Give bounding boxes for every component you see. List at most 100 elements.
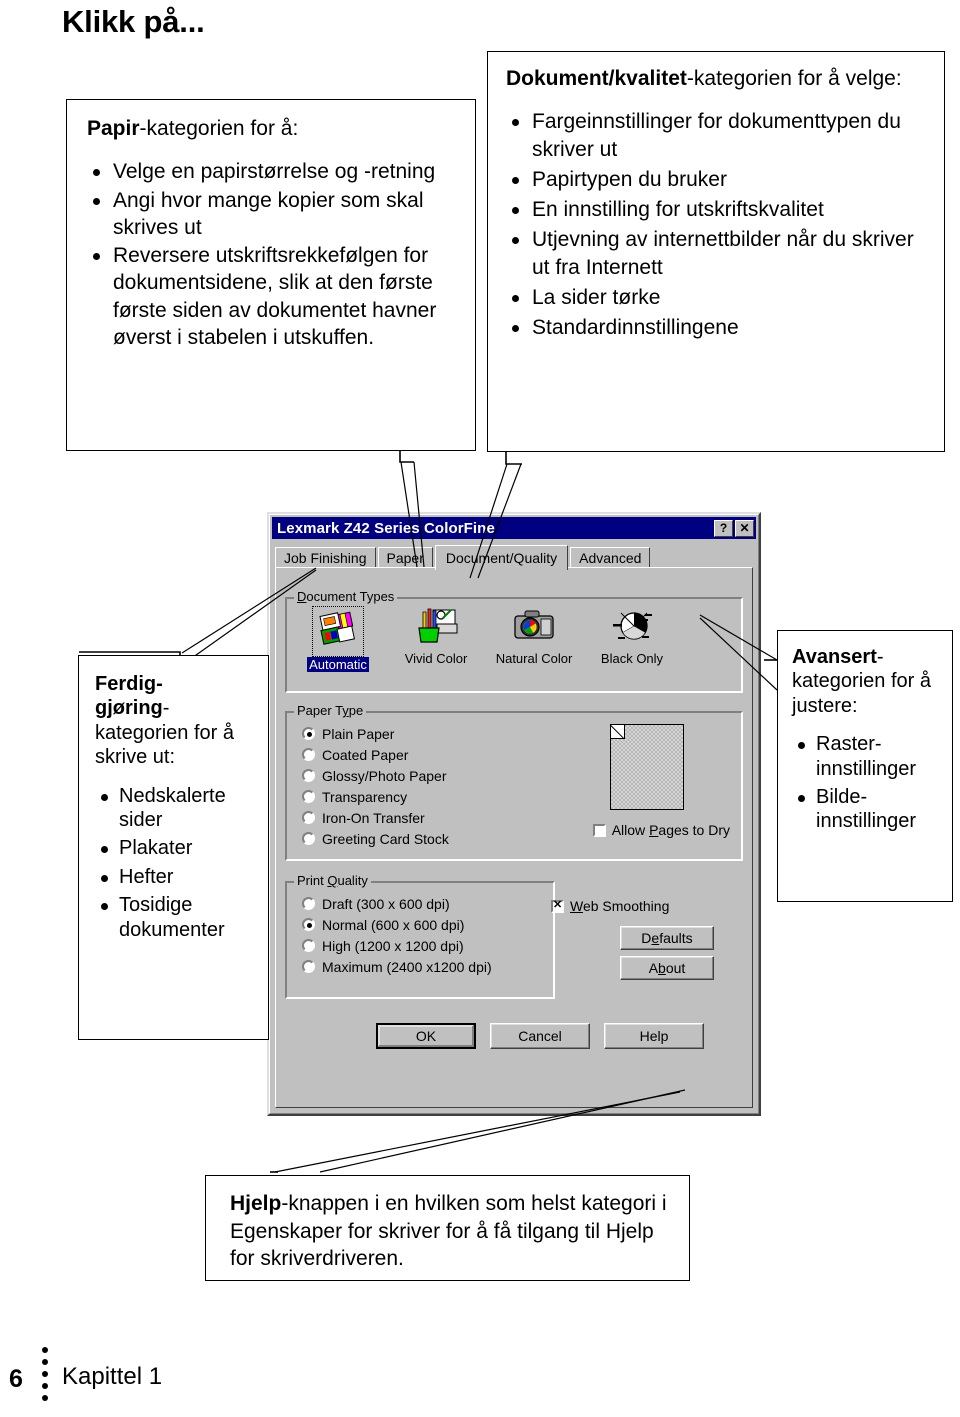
- defaults-button[interactable]: Defaults: [620, 926, 714, 950]
- ok-button[interactable]: OK: [376, 1023, 476, 1049]
- list-item: Standardinnstillingene: [506, 314, 930, 341]
- group-print-quality: Print Quality Draft (300 x 600 dpi) Norm…: [285, 873, 555, 999]
- page-footer: 6 Kapittel 1: [0, 1343, 960, 1403]
- page-number: 6: [9, 1365, 23, 1393]
- document-type-vivid-color-label: Vivid Color: [404, 651, 468, 666]
- callout-avansert-list: Raster-innstillinger Bilde-innstillinger: [792, 732, 944, 834]
- callout-ferdiggjoring-list: Nedskalerte sider Plakater Hefter Tosidi…: [95, 784, 258, 942]
- dialog-title: Lexmark Z42 Series ColorFine: [277, 519, 495, 537]
- footer-dots-decoration: [42, 1347, 50, 1407]
- radio-glossy-photo-paper[interactable]: Glossy/Photo Paper: [302, 765, 449, 786]
- group-document-types: Document Types Automatic Vivid Color Nat…: [285, 589, 743, 693]
- radio-high[interactable]: High (1200 x 1200 dpi): [302, 935, 492, 956]
- document-type-vivid-color[interactable]: Vivid Color: [392, 606, 480, 672]
- checkbox-allow-pages-to-dry-label: Allow Pages to Dry: [611, 822, 730, 838]
- callout-dokument-kvalitet-lead: Dokument/kvalitet-kategorien for å velge…: [506, 66, 930, 92]
- callout-hjelp: Hjelp-knappen i en hvilken som helst kat…: [205, 1175, 690, 1281]
- radio-high-label: High (1200 x 1200 dpi): [322, 937, 464, 954]
- list-item: Reversere utskriftsrekkefølgen for dokum…: [87, 242, 459, 351]
- defaults-button-label: Defaults: [641, 930, 693, 946]
- document-type-natural-color[interactable]: Natural Color: [490, 606, 578, 672]
- document-type-black-only[interactable]: Black Only: [588, 606, 676, 672]
- radio-draft-label: Draft (300 x 600 dpi): [322, 895, 450, 912]
- radio-coated-paper[interactable]: Coated Paper: [302, 744, 449, 765]
- tab-strip: Job Finishing Paper Document/Quality Adv…: [275, 544, 652, 570]
- about-button[interactable]: About: [620, 956, 714, 980]
- help-button[interactable]: Help: [604, 1023, 704, 1049]
- radio-plain-paper[interactable]: Plain Paper: [302, 723, 449, 744]
- group-paper-type: Paper Type Plain Paper Coated Paper Glos…: [285, 703, 743, 861]
- callout-avansert-lead-bold: Avansert: [792, 646, 877, 668]
- callout-papir-lead-rest: -kategorien for å:: [139, 117, 299, 140]
- callout-papir-lead: Papir-kategorien for å:: [87, 116, 459, 142]
- callout-papir-list: Velge en papirstørrelse og -retning Angi…: [87, 158, 459, 351]
- document-type-black-only-label: Black Only: [600, 651, 664, 666]
- radio-iron-on-transfer[interactable]: Iron-On Transfer: [302, 807, 449, 828]
- callout-papir: Papir-kategorien for å: Velge en papirst…: [66, 99, 476, 451]
- callout-avansert-lead: Avansert-kategorien for å justere:: [792, 645, 944, 718]
- radio-iron-on-transfer-label: Iron-On Transfer: [322, 809, 425, 826]
- radio-indicator: [302, 727, 315, 740]
- callout-papir-lead-bold: Papir: [87, 117, 140, 140]
- page-fold-corner: [611, 725, 625, 739]
- callout-hjelp-lead-rest: -knappen i en hvilken som helst kategori…: [230, 1192, 667, 1271]
- radio-indicator: [302, 897, 315, 910]
- document-type-natural-color-label: Natural Color: [495, 651, 573, 666]
- tab-page-document-quality: Document Types Automatic Vivid Color Nat…: [275, 567, 753, 1108]
- paper-preview-icon: [610, 724, 684, 810]
- paper-type-radios: Plain Paper Coated Paper Glossy/Photo Pa…: [302, 723, 449, 849]
- group-paper-type-label: Paper Type: [294, 703, 367, 718]
- document-type-automatic-label: Automatic: [307, 657, 369, 672]
- radio-normal-label: Normal (600 x 600 dpi): [322, 916, 465, 933]
- checkbox-web-smoothing-label: Web Smoothing: [570, 898, 670, 914]
- checkbox-indicator: [592, 823, 606, 837]
- radio-maximum[interactable]: Maximum (2400 x1200 dpi): [302, 956, 492, 977]
- cancel-button[interactable]: Cancel: [490, 1023, 590, 1049]
- radio-draft[interactable]: Draft (300 x 600 dpi): [302, 893, 492, 914]
- chapter-label: Kapittel 1: [62, 1363, 163, 1390]
- pencil-cup-icon: [418, 608, 458, 643]
- radio-transparency[interactable]: Transparency: [302, 786, 449, 807]
- document-type-automatic[interactable]: Automatic: [294, 606, 382, 672]
- callout-dokument-kvalitet-list: Fargeinnstillinger for dokumenttypen du …: [506, 108, 930, 341]
- tab-job-finishing[interactable]: Job Finishing: [275, 547, 376, 568]
- document-types-list: Automatic Vivid Color Natural Color Blac…: [294, 606, 676, 672]
- close-icon[interactable]: ✕: [735, 519, 754, 537]
- tab-paper[interactable]: Paper: [377, 547, 433, 568]
- callout-hjelp-lead: Hjelp-knappen i en hvilken som helst kat…: [230, 1190, 677, 1273]
- checkbox-web-smoothing[interactable]: Web Smoothing: [551, 898, 669, 914]
- list-item: En innstilling for utskriftskvalitet: [506, 196, 930, 223]
- radio-indicator: [302, 748, 315, 761]
- tab-document-quality[interactable]: Document/Quality: [434, 545, 569, 570]
- list-item: Fargeinnstillinger for dokumenttypen du …: [506, 108, 930, 163]
- list-item: Velge en papirstørrelse og -retning: [87, 158, 459, 185]
- tab-advanced[interactable]: Advanced: [570, 547, 651, 568]
- list-item: Raster-innstillinger: [792, 732, 944, 781]
- callout-avansert: Avansert-kategorien for å justere: Raste…: [777, 630, 953, 902]
- callout-ferdiggjoring-lead-bold: Ferdig- gjøring: [95, 673, 163, 720]
- radio-greeting-card-stock[interactable]: Greeting Card Stock: [302, 828, 449, 849]
- radio-indicator: [302, 769, 315, 782]
- printer-properties-dialog: Lexmark Z42 Series ColorFine ? ✕ Job Fin…: [267, 512, 761, 1116]
- callout-ferdiggjoring: Ferdig- gjøring-kategorien for å skrive …: [78, 655, 269, 1040]
- checkbox-allow-pages-to-dry[interactable]: Allow Pages to Dry: [592, 822, 730, 838]
- camera-icon: [514, 610, 554, 639]
- radio-greeting-card-stock-label: Greeting Card Stock: [322, 830, 449, 847]
- help-titlebar-icon[interactable]: ?: [714, 519, 733, 537]
- group-print-quality-label: Print Quality: [294, 873, 371, 888]
- list-item: Hefter: [95, 865, 258, 889]
- list-item: Utjevning av internettbilder når du skri…: [506, 226, 930, 281]
- callout-ferdiggjoring-lead: Ferdig- gjøring-kategorien for å skrive …: [95, 672, 258, 770]
- radio-indicator: [302, 960, 315, 973]
- radio-transparency-label: Transparency: [322, 788, 408, 805]
- callout-dokument-kvalitet-lead-bold: Dokument/kvalitet: [506, 67, 687, 90]
- radio-normal[interactable]: Normal (600 x 600 dpi): [302, 914, 492, 935]
- radio-indicator: [302, 790, 315, 803]
- list-item: Nedskalerte sider: [95, 784, 258, 833]
- radio-indicator: [302, 832, 315, 845]
- print-quality-radios: Draft (300 x 600 dpi) Normal (600 x 600 …: [302, 893, 492, 977]
- black-pie-icon: [613, 612, 652, 640]
- list-item: Tosidige dokumenter: [95, 893, 258, 942]
- list-item: Plakater: [95, 836, 258, 860]
- radio-plain-paper-label: Plain Paper: [322, 725, 395, 742]
